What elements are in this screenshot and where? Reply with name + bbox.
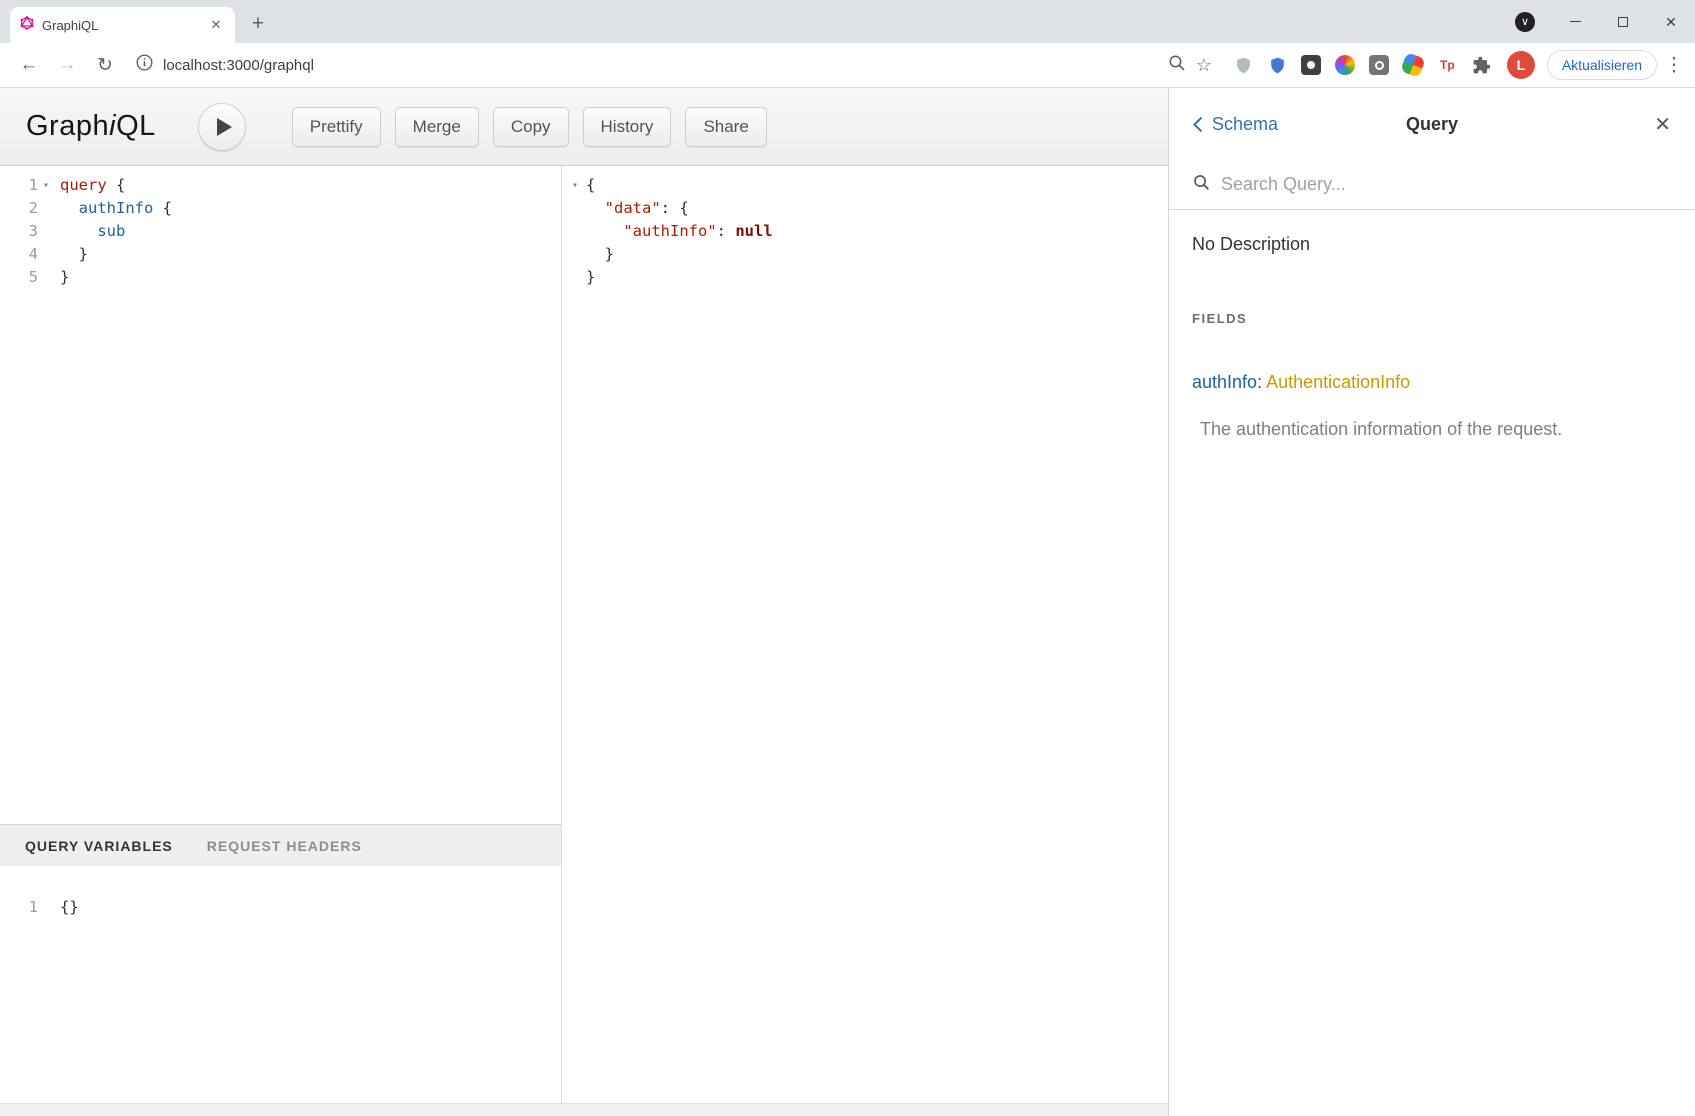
code-line: sub	[54, 220, 125, 243]
doc-fields-label: FIELDS	[1192, 311, 1671, 326]
extension-tp-icon[interactable]: Tp	[1436, 54, 1459, 77]
query-column: 1▾query {2 authInfo {3 sub4 }5} QUERY VA…	[0, 166, 562, 1103]
extensions-area: Tp	[1232, 54, 1493, 77]
tab-close-icon[interactable]: ✕	[207, 16, 225, 34]
line-number: 1	[0, 174, 38, 197]
code-line: {	[580, 174, 595, 197]
window-minimize-button[interactable]	[1551, 0, 1599, 43]
bookmark-star-icon[interactable]: ☆	[1196, 55, 1212, 76]
line-number: 4	[0, 243, 38, 266]
profile-avatar[interactable]: L	[1507, 51, 1535, 79]
graphiql-app: GraphiQL Prettify Merge Copy History Sha…	[0, 88, 1695, 1116]
doc-explorer: Query Schema ✕ No Description FIELDS aut…	[1168, 88, 1695, 1116]
doc-explorer-header: Query Schema ✕	[1169, 88, 1695, 160]
code-line: }	[54, 243, 88, 266]
fold-gutter	[562, 266, 580, 289]
code-line: query {	[54, 174, 125, 197]
doc-field-name[interactable]: authInfo	[1192, 372, 1257, 392]
browser-update-button[interactable]: Aktualisieren	[1547, 50, 1657, 80]
back-button[interactable]: ←	[14, 50, 44, 80]
doc-field-type[interactable]: AuthenticationInfo	[1266, 372, 1410, 392]
fold-gutter	[562, 197, 580, 220]
tab-query-variables[interactable]: QUERY VARIABLES	[25, 838, 173, 854]
zoom-icon[interactable]	[1168, 54, 1186, 77]
doc-field-item: authInfo: AuthenticationInfo	[1192, 372, 1671, 393]
chevron-left-icon	[1193, 116, 1203, 133]
tab-search-icon[interactable]: ∨	[1515, 12, 1535, 32]
doc-no-description: No Description	[1192, 234, 1671, 255]
browser-navbar: ← → ↻ localhost:3000/graphql ☆ Tp L Aktu…	[0, 43, 1695, 88]
doc-back-link[interactable]: Schema	[1193, 114, 1278, 135]
fold-gutter	[38, 197, 54, 220]
editor-area: GraphiQL Prettify Merge Copy History Sha…	[0, 88, 1168, 1116]
secondary-editor-tabs: QUERY VARIABLES REQUEST HEADERS	[0, 824, 561, 866]
graphql-favicon-icon	[20, 16, 34, 35]
code-line: "data": {	[580, 197, 689, 220]
forward-button[interactable]: →	[52, 50, 82, 80]
share-button[interactable]: Share	[685, 107, 766, 147]
play-icon	[217, 118, 232, 136]
doc-search-input[interactable]	[1221, 174, 1671, 195]
code-line: "authInfo": null	[580, 220, 773, 243]
fold-gutter	[38, 220, 54, 243]
graphiql-logo: GraphiQL	[26, 110, 156, 143]
fold-gutter	[562, 243, 580, 266]
tab-title: GraphiQL	[42, 18, 199, 33]
code-line: }	[580, 266, 595, 289]
tab-strip-right: ∨ ✕	[1515, 0, 1695, 43]
fold-gutter	[38, 243, 54, 266]
editor-panes: 1▾query {2 authInfo {3 sub4 }5} QUERY VA…	[0, 166, 1168, 1103]
reload-button[interactable]: ↻	[90, 50, 120, 80]
tab-request-headers[interactable]: REQUEST HEADERS	[207, 838, 362, 854]
prettify-button[interactable]: Prettify	[292, 107, 381, 147]
result-pane: ▾{ "data": { "authInfo": null }}	[562, 166, 1168, 1103]
fold-gutter	[38, 896, 54, 919]
doc-content: No Description FIELDS authInfo: Authenti…	[1169, 210, 1695, 440]
line-number: 1	[0, 896, 38, 919]
new-tab-button[interactable]: +	[243, 9, 273, 39]
fold-caret-icon[interactable]: ▾	[562, 174, 580, 197]
copy-button[interactable]: Copy	[493, 107, 569, 147]
line-number: 5	[0, 266, 38, 289]
doc-close-icon[interactable]: ✕	[1654, 112, 1671, 137]
window-maximize-button[interactable]	[1599, 0, 1647, 43]
line-number: 2	[0, 197, 38, 220]
extension-dark-square-icon[interactable]	[1300, 54, 1323, 77]
url-text[interactable]: localhost:3000/graphql	[163, 57, 314, 74]
address-bar[interactable]: localhost:3000/graphql ☆	[124, 48, 1224, 82]
execute-query-button[interactable]	[198, 103, 246, 151]
query-editor[interactable]: 1▾query { 2 authInfo { 3 sub 4 } 5}	[0, 166, 561, 824]
browser-tab[interactable]: GraphiQL ✕	[10, 7, 235, 43]
browser-menu-icon[interactable]: ⋮	[1663, 50, 1685, 80]
variables-editor[interactable]: 1 {}	[0, 866, 561, 1103]
browser-tab-strip: GraphiQL ✕ + ∨ ✕	[0, 0, 1695, 43]
extension-color-circle-icon[interactable]	[1334, 54, 1357, 77]
extension-shield-blue-icon[interactable]	[1266, 54, 1289, 77]
minimize-icon	[1570, 21, 1581, 22]
code-line: {}	[54, 896, 79, 919]
extensions-puzzle-icon[interactable]	[1470, 54, 1493, 77]
line-number: 3	[0, 220, 38, 243]
fold-caret-icon[interactable]: ▾	[38, 174, 54, 197]
code-line: }	[580, 243, 614, 266]
horizontal-scrollbar[interactable]	[0, 1103, 1168, 1116]
result-viewer: ▾{ "data": { "authInfo": null }}	[562, 174, 1168, 289]
fold-gutter	[562, 220, 580, 243]
maximize-icon	[1618, 17, 1628, 27]
code-line: authInfo {	[54, 197, 172, 220]
doc-search-bar	[1169, 160, 1695, 210]
history-button[interactable]: History	[583, 107, 672, 147]
extension-pinwheel-icon[interactable]	[1402, 54, 1425, 77]
merge-button[interactable]: Merge	[395, 107, 479, 147]
doc-field-description: The authentication information of the re…	[1192, 419, 1671, 440]
extension-shield-gray-icon[interactable]	[1232, 54, 1255, 77]
extension-camera-icon[interactable]	[1368, 54, 1391, 77]
graphiql-toolbar: GraphiQL Prettify Merge Copy History Sha…	[0, 88, 1168, 166]
code-line: }	[54, 266, 69, 289]
window-close-button[interactable]: ✕	[1647, 0, 1695, 43]
search-icon	[1193, 174, 1210, 196]
fold-gutter	[38, 266, 54, 289]
page-info-icon[interactable]	[136, 54, 153, 76]
close-icon: ✕	[1665, 15, 1677, 29]
